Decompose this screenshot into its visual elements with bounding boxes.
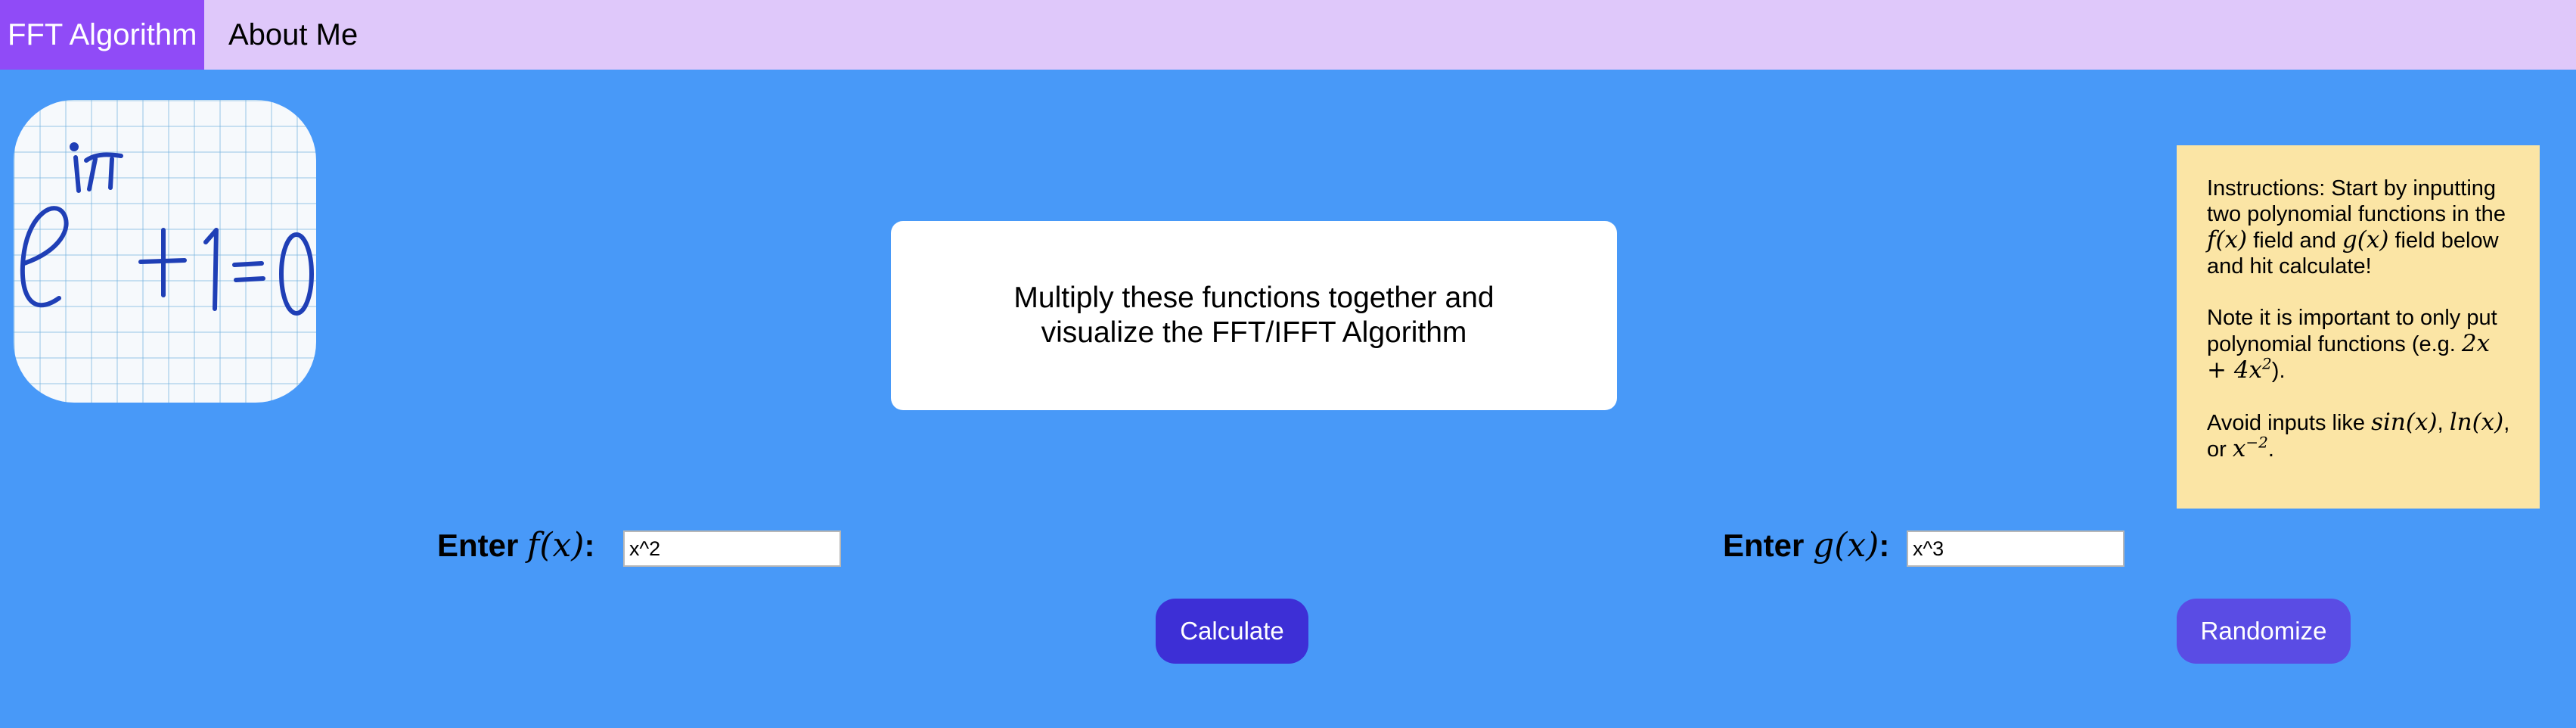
instructions-paragraph-2: Note it is important to only put polynom… xyxy=(2207,306,2497,384)
gx-math: g(x) xyxy=(2342,226,2389,254)
nav-item-about-me[interactable]: About Me xyxy=(204,0,370,70)
ln-math: ln(x) xyxy=(2449,409,2504,436)
euler-identity-logo xyxy=(14,100,316,403)
calculate-button[interactable]: Calculate xyxy=(1156,599,1308,664)
navbar: FFT Algorithm About Me xyxy=(0,0,2576,70)
x-negative-power-math: x−2 xyxy=(2232,433,2268,462)
gx-label: Enter g(x): xyxy=(1723,526,1890,565)
intro-message-line2: visualize the FFT/IFFT Algorithm xyxy=(1041,316,1467,349)
intro-message-card: Multiply these functions together and vi… xyxy=(891,221,1617,410)
randomize-button[interactable]: Randomize xyxy=(2177,599,2351,664)
euler-identity-drawing xyxy=(20,142,314,316)
instructions-panel: Instructions: Start by inputting two pol… xyxy=(2177,145,2540,509)
nav-item-fft-algorithm[interactable]: FFT Algorithm xyxy=(0,0,204,70)
page: FFT Algorithm About Me Multiply these fu… xyxy=(0,0,2576,728)
sin-math: sin(x) xyxy=(2371,409,2438,436)
intro-message-line1: Multiply these functions together and xyxy=(1013,282,1494,314)
fx-input[interactable] xyxy=(623,530,841,567)
instructions-paragraph-3: Avoid inputs like sin(x), ln(x), or x−2. xyxy=(2207,409,2510,462)
instructions-paragraph-1: Instructions: Start by inputting two pol… xyxy=(2207,176,2506,278)
gx-input[interactable] xyxy=(1907,530,2124,567)
fx-math: f(x) xyxy=(2207,226,2248,254)
fx-label: Enter f(x): xyxy=(437,526,595,565)
